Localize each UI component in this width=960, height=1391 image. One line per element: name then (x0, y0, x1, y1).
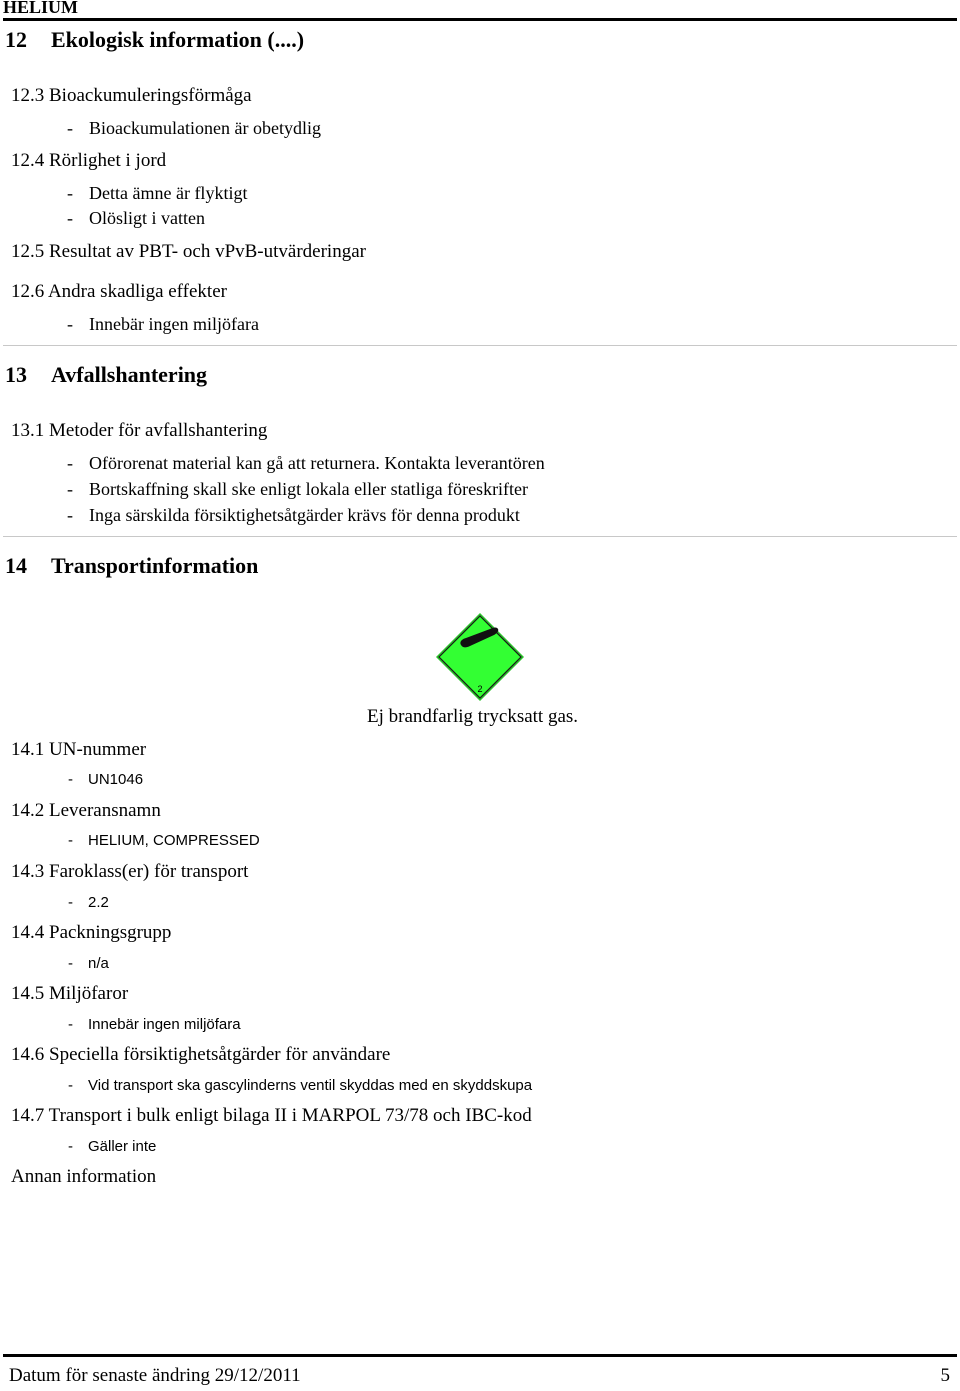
section-title: Ekologisk information (....) (51, 27, 305, 52)
header-rule (3, 18, 957, 21)
subsection-12-3-label: 12.3 Bioackumuleringsförmåga (11, 85, 252, 106)
bullet-dash: - (67, 505, 73, 525)
bullet-dash: - (68, 955, 73, 972)
subsection-14-6-label: 14.6 Speciella försiktighetsåtgärder för… (11, 1044, 391, 1065)
bullet-dash: - (67, 183, 73, 203)
section-13-heading: 13 Avfallshantering (5, 362, 207, 388)
gas-cylinder-hazard-icon: 2 (436, 613, 524, 701)
section-number: 14 (5, 553, 27, 578)
list-item: - UN1046 (68, 771, 144, 788)
section-title: Avfallshantering (51, 362, 208, 387)
list-item: - Bortskaffning skall ske enligt lokala e… (67, 479, 529, 499)
section-14-heading: 14 Transportinformation (5, 553, 258, 579)
other-information-label: Annan information (11, 1166, 157, 1187)
bullet-dash: - (67, 208, 73, 228)
list-item: - Innebär ingen miljöfara (67, 314, 259, 334)
list-item: - Gäller inte (68, 1138, 157, 1155)
bullet-dash: - (67, 453, 73, 473)
section-title: Transportinformation (51, 553, 259, 578)
bullet-dash: - (68, 894, 73, 911)
bullet-dash: - (67, 314, 73, 334)
revision-date: Datum för senaste ändring 29/12/2011 (9, 1365, 301, 1386)
section-number: 12 (5, 27, 27, 52)
subsection-13-1-label: 13.1 Metoder för avfallshantering (11, 420, 268, 441)
list-item: - Innebär ingen miljöfara (68, 1016, 241, 1033)
footer-rule (3, 1354, 957, 1357)
page-number: 5 (940, 1365, 951, 1386)
subsection-12-6-label: 12.6 Andra skadliga effekter (11, 281, 227, 302)
hazard-caption: Ej brandfarlig trycksatt gas. (367, 706, 579, 727)
hazard-class-number: 2 (477, 684, 482, 694)
list-item: - Vid transport ska gascylinderns ventil … (68, 1077, 533, 1094)
bullet-dash: - (68, 771, 73, 788)
bullet-dash: - (68, 1138, 73, 1155)
section-12-heading: 12 Ekologisk information (....) (5, 27, 304, 53)
section-divider (3, 345, 957, 346)
bullet-dash: - (67, 118, 73, 138)
bullet-dash: - (68, 1016, 73, 1033)
list-item: - Bioackumulationen är obetydlig (67, 118, 321, 138)
bullet-dash: - (68, 832, 73, 849)
subsection-14-2-label: 14.2 Leveransnamn (11, 800, 161, 821)
subsection-14-7-label: 14.7 Transport i bulk enligt bilaga II i… (11, 1105, 532, 1126)
subsection-14-3-label: 14.3 Faroklass(er) för transport (11, 861, 249, 882)
subsection-14-4-label: 14.4 Packningsgrupp (11, 922, 172, 943)
list-item: - n/a (68, 955, 109, 972)
document-header-title: HELIUM (3, 0, 79, 17)
list-item: - HELIUM, COMPRESSED (68, 832, 260, 849)
section-number: 13 (5, 362, 27, 387)
subsection-14-1-label: 14.1 UN-nummer (11, 739, 147, 760)
list-item: -2.2 (68, 894, 109, 911)
list-item: - Detta ämne är flyktigt (67, 183, 248, 203)
subsection-12-4-label: 12.4 Rörlighet i jord (11, 150, 167, 171)
bullet-dash: - (68, 1077, 73, 1094)
subsection-14-5-label: 14.5 Miljöfaror (11, 983, 129, 1004)
list-item: - Inga särskilda försiktighetsåtgärder kr… (67, 505, 520, 525)
bullet-dash: - (67, 479, 73, 499)
section-divider (3, 536, 957, 537)
subsection-12-5-label: 12.5 Resultat av PBT- och vPvB-utvärderi… (11, 241, 366, 262)
list-item: - Oförorenat material kan gå att returner… (67, 453, 545, 473)
list-item: - Olösligt i vatten (67, 208, 205, 228)
